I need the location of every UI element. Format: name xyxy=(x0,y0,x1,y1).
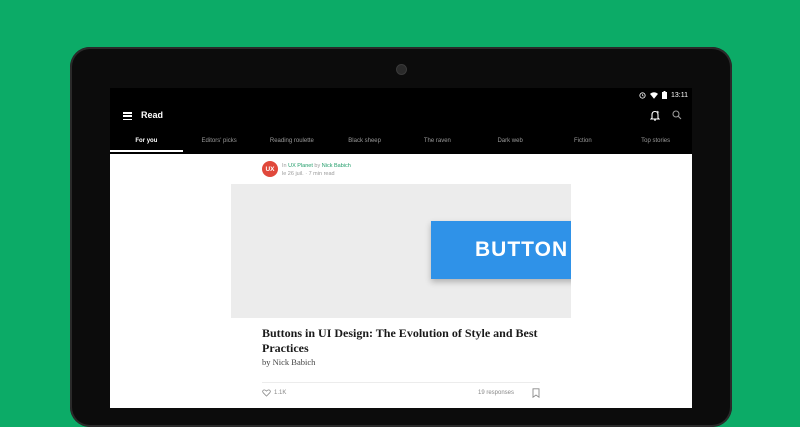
post-hero-image[interactable]: BUTTON xyxy=(231,184,571,318)
post-title[interactable]: Buttons in UI Design: The Evolution of S… xyxy=(262,326,552,356)
alarm-icon xyxy=(639,91,646,99)
post-date: le 26 juil. · 7 min read xyxy=(282,171,335,177)
tab-the-raven[interactable]: The raven xyxy=(401,132,474,154)
tab-dark-web[interactable]: Dark web xyxy=(474,132,547,154)
in-word: In xyxy=(282,163,287,169)
camera xyxy=(396,64,407,75)
app-bar: Read xyxy=(110,102,692,132)
hero-button-graphic: BUTTON xyxy=(431,221,571,279)
bell-icon[interactable] xyxy=(650,110,660,121)
post-author: by Nick Babich xyxy=(262,357,316,367)
clap-button[interactable]: 1.1K xyxy=(262,388,286,397)
tab-bar: For you Editors' picks Reading roulette … xyxy=(110,132,692,154)
publication-avatar[interactable]: UX xyxy=(262,161,278,177)
page-title: Read xyxy=(141,110,164,120)
tab-editors-picks[interactable]: Editors' picks xyxy=(183,132,256,154)
wifi-icon xyxy=(650,91,658,99)
search-icon[interactable] xyxy=(672,110,682,120)
feed: UX In UX Planet by Nick Babich le 26 jui… xyxy=(110,154,692,408)
post-byline: UX In UX Planet by Nick Babich le 26 jui… xyxy=(262,161,351,178)
menu-icon[interactable] xyxy=(123,112,132,121)
battery-icon xyxy=(662,91,667,99)
bookmark-icon[interactable] xyxy=(532,388,540,398)
clap-count: 1.1K xyxy=(274,389,287,396)
tab-fiction[interactable]: Fiction xyxy=(547,132,620,154)
tab-top-stories[interactable]: Top stories xyxy=(619,132,692,154)
responses-link[interactable]: 19 responses xyxy=(478,390,514,396)
status-bar: 13:11 xyxy=(110,88,692,102)
clap-icon xyxy=(262,389,271,397)
post-meta: In UX Planet by Nick Babich le 26 juil. … xyxy=(282,161,351,178)
by-word: by xyxy=(314,163,321,169)
author-link[interactable]: Nick Babich xyxy=(322,163,351,169)
app-screen: 13:11 Read For you Editors' picks Readin… xyxy=(110,88,692,408)
divider xyxy=(262,382,540,383)
tab-black-sheep[interactable]: Black sheep xyxy=(328,132,401,154)
tab-for-you[interactable]: For you xyxy=(110,132,183,154)
publication-link[interactable]: UX Planet xyxy=(288,163,313,169)
status-time: 13:11 xyxy=(671,91,688,99)
tab-reading-roulette[interactable]: Reading roulette xyxy=(256,132,329,154)
post-actions: 1.1K 19 responses xyxy=(262,388,542,400)
